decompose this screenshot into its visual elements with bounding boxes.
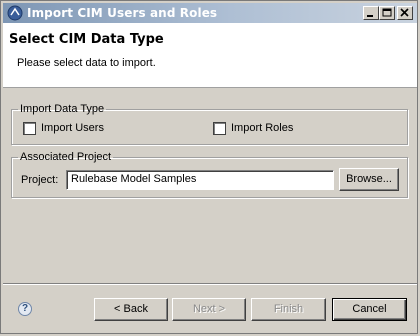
maximize-button[interactable] — [379, 6, 395, 20]
title-bar[interactable]: Import CIM Users and Roles — [3, 3, 417, 23]
minimize-button[interactable] — [363, 6, 379, 20]
import-roles-checkbox[interactable] — [213, 122, 226, 135]
page-description: Please select data to import. — [17, 57, 156, 69]
maximize-icon — [382, 8, 392, 17]
import-data-type-legend: Import Data Type — [20, 103, 105, 115]
import-roles-label[interactable]: Import Roles — [231, 122, 293, 134]
cancel-button[interactable]: Cancel — [332, 298, 407, 321]
project-field[interactable]: Rulebase Model Samples — [66, 170, 334, 190]
next-button[interactable]: Next > — [172, 298, 246, 321]
finish-button[interactable]: Finish — [251, 298, 326, 321]
import-users-label[interactable]: Import Users — [41, 122, 104, 134]
browse-button[interactable]: Browse... — [339, 168, 399, 191]
back-button[interactable]: < Back — [94, 298, 168, 321]
help-icon[interactable]: ? — [18, 302, 32, 316]
page-title: Select CIM Data Type — [9, 32, 164, 47]
window-title: Import CIM Users and Roles — [27, 6, 218, 20]
associated-project-legend: Associated Project — [20, 151, 112, 163]
app-icon — [7, 5, 23, 21]
close-button[interactable] — [397, 6, 413, 20]
import-users-checkbox[interactable] — [23, 122, 36, 135]
dialog-window: Import CIM Users and Roles Select CIM Da… — [0, 0, 418, 334]
project-label: Project: — [21, 174, 59, 186]
minimize-icon — [367, 15, 373, 17]
close-icon — [400, 8, 409, 17]
wizard-header: Select CIM Data Type Please select data … — [3, 23, 417, 88]
footer-separator — [3, 283, 417, 285]
